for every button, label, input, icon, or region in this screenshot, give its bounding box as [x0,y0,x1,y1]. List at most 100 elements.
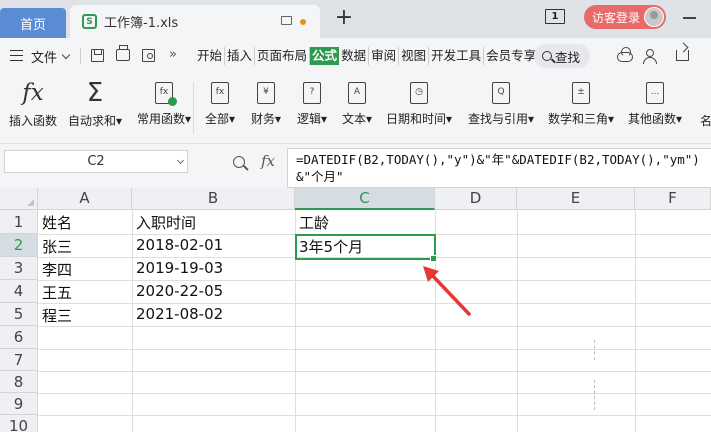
cell-b4[interactable]: 2020-22-05 [132,282,223,300]
column-header-a[interactable]: A [38,188,132,210]
cell-a4[interactable]: 王五 [38,282,72,303]
print-preview-icon[interactable] [142,49,155,62]
insert-function-button[interactable]: fx 插入函数 [8,80,58,129]
row-header-5[interactable]: 5 [0,303,38,326]
cell-b3[interactable]: 2019-19-03 [132,259,223,277]
column-header-d[interactable]: D [435,188,517,210]
cell-a2[interactable]: 张三 [38,236,72,257]
minimize-icon[interactable] [683,17,696,19]
chevron-down-icon[interactable] [176,156,185,165]
tab-member[interactable]: 会员专享 [484,47,540,65]
gridline [38,393,711,394]
math-trig-button[interactable]: ± 数学和三角▾ [546,80,616,127]
spreadsheet-grid[interactable]: A B C D E F 1 2 3 4 5 6 7 8 9 10 姓名 入职时间… [0,188,711,432]
dropdown-icon: ▾ [527,112,535,126]
save-icon[interactable] [91,49,104,62]
column-header-e[interactable]: E [517,188,635,210]
cell-a5[interactable]: 程三 [38,305,72,326]
tab-view[interactable]: 视图 [399,47,430,65]
row-header-10[interactable]: 10 [0,415,38,432]
separator [80,48,81,64]
ribbon-label: 日期和时间 [385,112,446,126]
ribbon-tabs: 开始 插入 页面布局 公式 数据 审阅 视图 开发工具 会员专享 [195,47,540,65]
cell-a3[interactable]: 李四 [38,259,72,280]
row-header-2[interactable]: 2 [0,234,38,257]
more-icon[interactable]: » [169,47,177,62]
sigma-icon: Σ [86,78,104,108]
ribbon-label: 逻辑 [296,112,321,126]
ribbon-label: 文本 [341,112,366,126]
finance-button[interactable]: ¥ 财务▾ [247,80,285,127]
other-functions-icon: ... [646,82,664,104]
tab-data[interactable]: 数据 [339,47,370,65]
tab-page-layout[interactable]: 页面布局 [255,47,311,65]
row-header-9[interactable]: 9 [0,393,38,415]
new-tab-button[interactable]: + [333,7,355,30]
gridline [38,303,711,304]
cell-b5[interactable]: 2021-08-02 [132,305,223,323]
dropdown-icon: ▾ [228,112,236,126]
screen-icon[interactable] [281,16,292,25]
other-functions-button[interactable]: ... 其他函数▾ [626,80,684,127]
select-all-corner[interactable] [0,188,38,210]
row-header-8[interactable]: 8 [0,371,38,393]
cell-b1[interactable]: 入职时间 [132,212,196,233]
file-menu[interactable]: 文件 [31,47,57,66]
lookup-reference-button[interactable]: Q 查找与引用▾ [465,80,537,127]
row-header-3[interactable]: 3 [0,257,38,280]
search-label: 查找 [555,49,581,65]
dropdown-icon: ▾ [445,112,453,126]
print-icon[interactable] [116,45,130,61]
name-box[interactable]: C2 [4,150,188,173]
cell-a1[interactable]: 姓名 [38,212,72,233]
tab-document[interactable]: S 工作簿-1.xls [70,5,320,38]
name-manager-button[interactable]: 名 [700,80,711,129]
column-header-b[interactable]: B [132,188,295,210]
dropdown-icon: ▾ [365,112,373,126]
search-icon [542,51,552,61]
tab-home[interactable]: 首页 [0,8,66,38]
date-time-button[interactable]: ◷ 日期和时间▾ [384,80,454,127]
fx-icon: fx [22,80,44,106]
hamburger-icon[interactable] [10,50,23,61]
tab-developer[interactable]: 开发工具 [429,47,485,65]
common-functions-button[interactable]: fx 常用函数▾ [135,80,193,127]
star-function-icon: fx [155,82,177,106]
all-functions-button[interactable]: fx 全部▾ [201,80,239,127]
cloud-icon[interactable] [617,47,633,62]
tab-formulas[interactable]: 公式 [310,47,340,65]
chevron-down-icon[interactable] [61,50,71,60]
tab-insert[interactable]: 插入 [225,47,256,65]
dropdown-icon: ▾ [184,112,192,126]
star-icon [168,97,177,106]
search-button[interactable]: 查找 [534,44,590,68]
column-header-c[interactable]: C [295,188,435,210]
gridline [38,280,711,281]
collaborate-icon[interactable] [643,49,657,64]
logic-button[interactable]: ? 逻辑▾ [293,80,331,127]
cell-c1[interactable]: 工龄 [295,212,329,233]
menu-bar: 文件 » 开始 插入 页面布局 公式 数据 审阅 视图 开发工具 会员专享 查找 [0,38,711,74]
gridline [635,210,636,432]
math-icon: ± [572,82,590,104]
column-header-f[interactable]: F [635,188,711,210]
gridline [517,210,518,432]
row-header-6[interactable]: 6 [0,326,38,349]
window-count-icon[interactable]: 1 [545,9,565,24]
page-break-line [594,380,595,410]
row-header-1[interactable]: 1 [0,210,38,234]
text-functions-button[interactable]: A 文本▾ [338,80,376,127]
zoom-icon[interactable] [233,156,245,168]
row-header-4[interactable]: 4 [0,280,38,303]
guest-login-button[interactable]: 访客登录 [584,5,666,29]
tab-review[interactable]: 审阅 [369,47,400,65]
fx-icon[interactable]: fx [261,152,275,170]
row-header-7[interactable]: 7 [0,349,38,371]
tab-start[interactable]: 开始 [195,47,226,65]
autosum-button[interactable]: Σ 自动求和▾ [66,80,124,129]
formula-input[interactable]: =DATEDIF(B2,TODAY(),"y")&"年"&DATEDIF(B2,… [287,148,711,188]
share-icon[interactable] [676,50,689,61]
cell-b2[interactable]: 2018-02-01 [132,236,223,254]
annotation-arrow-icon [423,266,471,316]
ribbon-label: 名 [700,114,711,128]
